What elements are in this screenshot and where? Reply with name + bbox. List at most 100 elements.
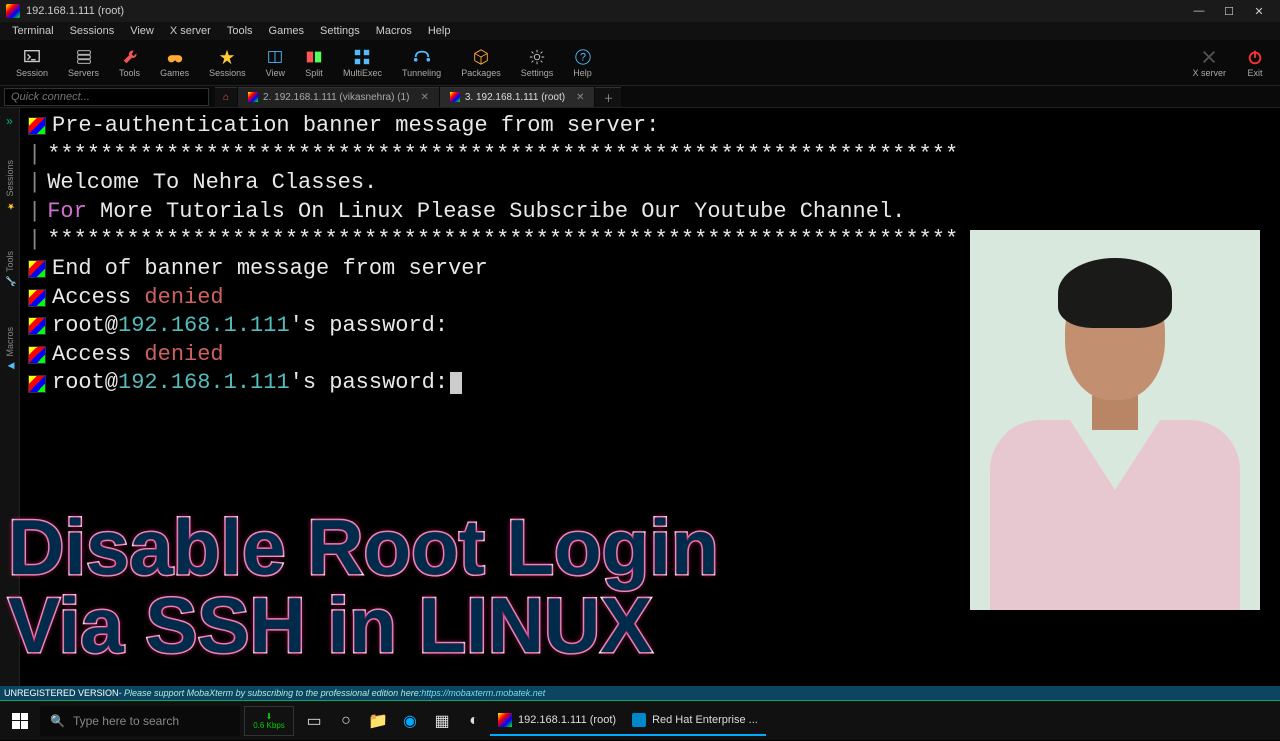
windows-icon: [12, 713, 28, 729]
window-title: 192.168.1.111 (root): [26, 5, 124, 17]
presenter-photo: [970, 230, 1260, 610]
toolbar-tools[interactable]: Tools: [109, 46, 150, 80]
edge-icon[interactable]: ◉: [394, 701, 426, 741]
chrome-icon[interactable]: ◐: [458, 701, 490, 741]
terminal-line: For More Tutorials On Linux Please Subsc…: [47, 198, 905, 227]
view-icon: [266, 48, 284, 66]
menu-xserver[interactable]: X server: [162, 25, 219, 37]
tab-add[interactable]: ＋: [595, 87, 621, 107]
taskview-icon[interactable]: ▭: [298, 701, 330, 741]
app-icon[interactable]: ▦: [426, 701, 458, 741]
terminal-line: End of banner message from server: [52, 255, 488, 284]
svg-text:?: ?: [580, 51, 586, 63]
menu-sessions[interactable]: Sessions: [62, 25, 123, 37]
quickconnect-bar: ⌂ 2. 192.168.1.111 (vikasnehra) (1) ✕ 3.…: [0, 86, 1280, 108]
terminal-line: Access denied: [52, 341, 224, 370]
tunneling-icon: [413, 48, 431, 66]
status-link[interactable]: https://mobaxterm.mobatek.net: [421, 688, 545, 698]
maximize-button[interactable]: ☐: [1214, 5, 1244, 18]
toolbar-servers[interactable]: Servers: [58, 46, 109, 80]
toolbar-multiexec[interactable]: MultiExec: [333, 46, 392, 80]
status-message: - Please support MobaXterm by subscribin…: [119, 688, 422, 698]
menu-terminal[interactable]: Terminal: [4, 25, 62, 37]
terminal-line: ****************************************…: [47, 141, 958, 170]
tabbar: ⌂ 2. 192.168.1.111 (vikasnehra) (1) ✕ 3.…: [215, 86, 622, 108]
toolbar-split[interactable]: Split: [295, 46, 333, 80]
menu-view[interactable]: View: [122, 25, 162, 37]
gear-icon: [528, 48, 546, 66]
explorer-icon[interactable]: 📁: [362, 701, 394, 741]
toolbar-help[interactable]: ?Help: [563, 46, 602, 80]
menu-games[interactable]: Games: [261, 25, 312, 37]
tab-session-1[interactable]: 2. 192.168.1.111 (vikasnehra) (1) ✕: [238, 87, 439, 107]
terminal-line: Access denied: [52, 284, 224, 313]
star-icon: [218, 48, 236, 66]
terminal-icon: [450, 92, 460, 102]
window-titlebar: 192.168.1.111 (root) ― ☐ ✕: [0, 0, 1280, 22]
moba-icon: [28, 289, 46, 307]
plus-icon: ＋: [603, 90, 613, 105]
taskbar-item-rhel[interactable]: Red Hat Enterprise ...: [624, 706, 766, 736]
terminal-line: Welcome To Nehra Classes.: [47, 169, 377, 198]
menu-settings[interactable]: Settings: [312, 25, 368, 37]
close-icon[interactable]: ✕: [576, 92, 584, 103]
split-icon: [305, 48, 323, 66]
menu-macros[interactable]: Macros: [368, 25, 420, 37]
menu-tools[interactable]: Tools: [219, 25, 261, 37]
side-tabs: » ★Sessions 🔧Tools ▶Macros: [0, 108, 20, 686]
tools-icon: [121, 48, 139, 66]
close-icon[interactable]: ✕: [420, 92, 428, 103]
toolbar-xserver[interactable]: X server: [1182, 46, 1236, 80]
taskbar-item-moba[interactable]: 192.168.1.111 (root): [490, 706, 624, 736]
cortana-icon[interactable]: ○: [330, 701, 362, 741]
multiexec-icon: [353, 48, 371, 66]
toolbar-games[interactable]: Games: [150, 46, 199, 80]
servers-icon: [75, 48, 93, 66]
sidetab-tools[interactable]: 🔧Tools: [5, 241, 15, 297]
toolbar-sessions[interactable]: Sessions: [199, 46, 256, 80]
menu-help[interactable]: Help: [420, 25, 459, 37]
toolbar-view[interactable]: View: [256, 46, 295, 80]
toolbar-exit[interactable]: Exit: [1236, 46, 1274, 80]
toolbar-settings[interactable]: Settings: [511, 46, 564, 80]
statusbar: UNREGISTERED VERSION - Please support Mo…: [0, 686, 1280, 700]
moba-icon: [28, 346, 46, 364]
terminal-line: ****************************************…: [47, 226, 958, 255]
games-icon: [166, 48, 184, 66]
toolbar-tunneling[interactable]: Tunneling: [392, 46, 451, 80]
close-button[interactable]: ✕: [1244, 5, 1274, 18]
power-icon: [1246, 48, 1264, 66]
terminal-line: root@192.168.1.111's password:: [52, 312, 448, 341]
quickconnect-input[interactable]: [4, 88, 209, 106]
app-icon: [6, 4, 20, 18]
minimize-button[interactable]: ―: [1184, 5, 1214, 17]
unregistered-label: UNREGISTERED VERSION: [4, 688, 119, 698]
moba-icon: [28, 260, 46, 278]
windows-taskbar: 🔍Type here to search ⬇0.6 Kbps ▭ ○ 📁 ◉ ▦…: [0, 700, 1280, 740]
toolbar-session[interactable]: Session: [6, 46, 58, 80]
home-icon: ⌂: [223, 92, 229, 103]
start-button[interactable]: [0, 701, 40, 741]
terminal-line: Pre-authentication banner message from s…: [52, 112, 659, 141]
packages-icon: [472, 48, 490, 66]
taskbar-search[interactable]: 🔍Type here to search: [40, 706, 240, 736]
menubar: Terminal Sessions View X server Tools Ga…: [0, 22, 1280, 40]
moba-icon: [28, 375, 46, 393]
moba-icon: [28, 317, 46, 335]
terminal-icon: [23, 48, 41, 66]
search-icon: 🔍: [50, 714, 65, 728]
help-icon: ?: [574, 48, 592, 66]
terminal-line: root@192.168.1.111's password:: [52, 369, 462, 398]
network-monitor[interactable]: ⬇0.6 Kbps: [244, 706, 294, 736]
terminal-icon: [248, 92, 258, 102]
terminal-cursor: [450, 372, 462, 394]
chevron-right-icon[interactable]: »: [4, 112, 15, 130]
tab-session-2[interactable]: 3. 192.168.1.111 (root) ✕: [440, 87, 595, 107]
toolbar-packages[interactable]: Packages: [451, 46, 511, 80]
toolbar: Session Servers Tools Games Sessions Vie…: [0, 40, 1280, 86]
tab-home[interactable]: ⌂: [215, 87, 237, 107]
moba-icon: [28, 117, 46, 135]
sidetab-macros[interactable]: ▶Macros: [5, 317, 15, 381]
x-icon: [1200, 48, 1218, 66]
sidetab-sessions[interactable]: ★Sessions: [5, 150, 15, 221]
